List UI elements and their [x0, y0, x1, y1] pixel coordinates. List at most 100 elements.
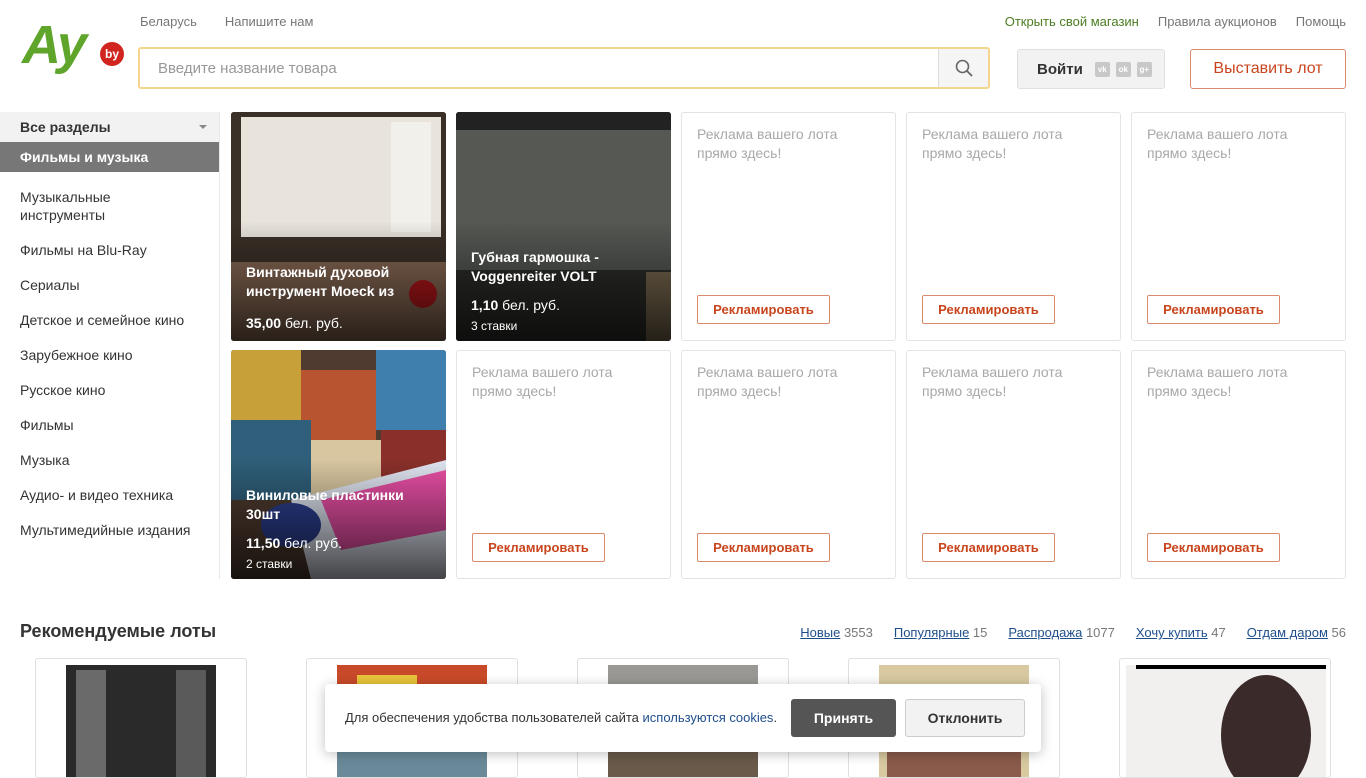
lot-card[interactable]: Виниловые пластинки 30шт 11,50 бел. руб.… — [231, 350, 446, 579]
search-icon — [955, 59, 973, 77]
lot-title: Виниловые пластинки 30шт — [246, 487, 404, 522]
ad-card: Реклама вашего лота прямо здесь! Реклами… — [1131, 112, 1346, 341]
cookie-policy-link[interactable]: используются cookies — [643, 710, 774, 725]
search-input[interactable] — [140, 49, 938, 87]
cookie-period: . — [773, 710, 778, 725]
odnoklassniki-icon[interactable]: ok — [1115, 61, 1131, 77]
search-bar — [138, 47, 990, 89]
lot-card[interactable]: Винтажный духовой инструмент Moeck из 35… — [231, 112, 446, 341]
category-item[interactable]: Сериалы — [0, 276, 219, 294]
lot-bids: 2 ставки — [246, 557, 293, 571]
tab-count: 15 — [972, 625, 988, 640]
lot-price: 35,00 бел. руб. — [246, 315, 343, 331]
decline-cookies-button[interactable]: Отклонить — [905, 699, 1025, 737]
category-item[interactable]: Фильмы на Blu-Ray — [0, 241, 219, 259]
ad-text: Реклама вашего лота прямо здесь! — [922, 364, 1063, 399]
tab-free: Отдам даром 56 — [1247, 625, 1346, 640]
vk-icon[interactable]: vk — [1094, 61, 1110, 77]
header: Ay by Беларусь Напишите нам Открыть свой… — [0, 0, 1366, 110]
lot-price-value: 11,50 — [246, 535, 281, 551]
lot-bids: 3 ставки — [471, 319, 518, 333]
recommended-title: Рекомендуемые лоты — [20, 621, 217, 641]
lot-title: Винтажный духовой инструмент Moeck из — [246, 264, 395, 299]
advertise-button[interactable]: Рекламировать — [922, 295, 1055, 324]
tab-new-link[interactable]: Новые — [800, 625, 840, 640]
region-link[interactable]: Беларусь — [140, 14, 197, 29]
all-sections-dropdown[interactable]: Все разделы — [0, 112, 219, 142]
chevron-down-icon — [199, 125, 207, 129]
tab-sale-link[interactable]: Распродажа — [1008, 625, 1082, 640]
all-sections-label: Все разделы — [20, 119, 111, 135]
auction-rules-link[interactable]: Правила аукционов — [1158, 14, 1277, 29]
lot-price: 1,10 бел. руб. — [471, 297, 560, 313]
ad-text: Реклама вашего лота прямо здесь! — [697, 364, 838, 399]
category-item[interactable]: Детское и семейное кино — [0, 311, 219, 329]
lot-price-value: 1,10 — [471, 297, 499, 313]
tab-free-link[interactable]: Отдам даром — [1247, 625, 1328, 640]
tab-popular-link[interactable]: Популярные — [894, 625, 969, 640]
ad-text: Реклама вашего лота прямо здесь! — [1147, 126, 1288, 161]
category-item[interactable]: Фильмы — [0, 416, 219, 434]
tab-count: 56 — [1331, 625, 1346, 640]
cookie-message: Для обеспечения удобства пользователей с… — [345, 710, 639, 725]
recommended-lot-photo — [66, 665, 216, 777]
advertise-button[interactable]: Рекламировать — [1147, 533, 1280, 562]
ad-card: Реклама вашего лота прямо здесь! Реклами… — [906, 112, 1121, 341]
ad-text: Реклама вашего лота прямо здесь! — [472, 364, 613, 399]
recommended-tabs: Новые 3553 Популярные 15 Распродажа 1077… — [800, 625, 1346, 640]
ad-text: Реклама вашего лота прямо здесь! — [697, 126, 838, 161]
category-list: Музыкальные инструменты Фильмы на Blu-Ra… — [0, 172, 219, 539]
lot-price-value: 35,00 — [246, 315, 282, 331]
ad-card: Реклама вашего лота прямо здесь! Реклами… — [456, 350, 671, 579]
category-item[interactable]: Музыка — [0, 451, 219, 469]
ad-card: Реклама вашего лота прямо здесь! Реклами… — [906, 350, 1121, 579]
advertise-button[interactable]: Рекламировать — [922, 533, 1055, 562]
login-button[interactable]: Войти vk ok g+ — [1017, 49, 1165, 89]
logo-badge: by — [100, 42, 124, 66]
recommended-lot-card[interactable] — [1119, 658, 1331, 778]
recommended-lot-photo — [1126, 665, 1326, 777]
lot-card[interactable]: Губная гармошка - Voggenreiter VOLT 1,10… — [456, 112, 671, 341]
tab-count: 47 — [1211, 625, 1226, 640]
category-item[interactable]: Мультимедийные издания — [0, 521, 219, 539]
active-section[interactable]: Фильмы и музыка — [0, 142, 219, 172]
lot-title: Губная гармошка - Voggenreiter VOLT — [471, 249, 599, 284]
contact-link[interactable]: Напишите нам — [225, 14, 314, 29]
ad-text: Реклама вашего лота прямо здесь! — [1147, 364, 1288, 399]
advertise-button[interactable]: Рекламировать — [697, 295, 830, 324]
lot-currency: бел. руб. — [284, 315, 343, 331]
recommended-lot-card[interactable] — [35, 658, 247, 778]
tab-new: Новые 3553 — [800, 625, 873, 640]
category-item[interactable]: Русское кино — [0, 381, 219, 399]
accept-cookies-button[interactable]: Принять — [791, 699, 896, 737]
advertise-button[interactable]: Рекламировать — [472, 533, 605, 562]
advertise-button[interactable]: Рекламировать — [1147, 295, 1280, 324]
login-label: Войти — [1037, 60, 1083, 78]
open-shop-link[interactable]: Открыть свой магазин — [1005, 14, 1139, 29]
ad-text: Реклама вашего лота прямо здесь! — [922, 126, 1063, 161]
google-plus-icon[interactable]: g+ — [1136, 61, 1152, 77]
category-item[interactable]: Музыкальные инструменты — [0, 188, 219, 224]
post-lot-button[interactable]: Выставить лот — [1190, 49, 1346, 89]
tab-sale: Распродажа 1077 — [1008, 625, 1114, 640]
site-logo[interactable]: Ay by — [22, 18, 124, 82]
category-item[interactable]: Аудио- и видео техника — [0, 486, 219, 504]
tab-count: 3553 — [843, 625, 873, 640]
ad-card: Реклама вашего лота прямо здесь! Реклами… — [681, 350, 896, 579]
top-links-left: Беларусь Напишите нам — [140, 14, 313, 29]
lot-currency: бел. руб. — [284, 535, 342, 551]
category-item[interactable]: Зарубежное кино — [0, 346, 219, 364]
advertise-button[interactable]: Рекламировать — [697, 533, 830, 562]
logo-text: Ay — [22, 15, 87, 75]
cookie-text: Для обеспечения удобства пользователей с… — [345, 710, 777, 725]
lot-price: 11,50 бел. руб. — [246, 535, 342, 551]
tab-want-to-buy-link[interactable]: Хочу купить — [1136, 625, 1208, 640]
tab-want-to-buy: Хочу купить 47 — [1136, 625, 1226, 640]
tab-popular: Популярные 15 — [894, 625, 988, 640]
tab-count: 1077 — [1085, 625, 1115, 640]
ad-card: Реклама вашего лота прямо здесь! Реклами… — [1131, 350, 1346, 579]
top-links-right: Открыть свой магазин Правила аукционов П… — [1005, 14, 1346, 29]
lot-currency: бел. руб. — [502, 297, 560, 313]
help-link[interactable]: Помощь — [1296, 14, 1346, 29]
search-button[interactable] — [938, 49, 988, 87]
